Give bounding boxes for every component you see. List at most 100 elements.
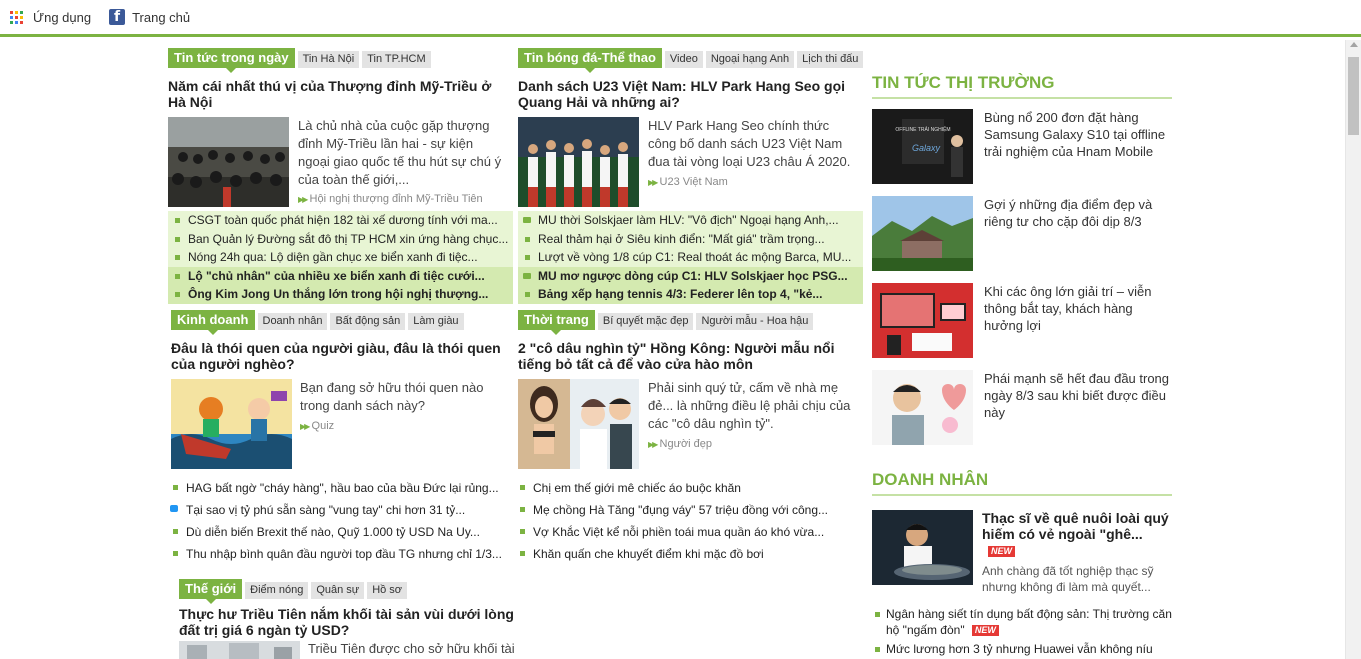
list-item[interactable]: Lượt về vòng 1/8 cúp C1: Real thoát ác m… (518, 248, 863, 267)
market-item[interactable]: Phái mạnh sẽ hết đau đầu trong ngày 8/3 … (872, 370, 1172, 452)
vertical-scrollbar[interactable] (1345, 40, 1361, 659)
business-thumbnail[interactable] (171, 379, 292, 469)
list-item[interactable]: Ngân hàng siết tín dụng bất động sản: Th… (872, 606, 1172, 638)
market-item-text: Bùng nổ 200 đơn đặt hàng Samsung Galaxy … (984, 110, 1166, 159)
scroll-thumb[interactable] (1348, 57, 1359, 135)
sport-headline[interactable]: Danh sách U23 Việt Nam: HLV Park Hang Se… (518, 78, 853, 110)
fashion-list: Chị em thế giới mê chiếc áo buộc khăn Mẹ… (513, 478, 858, 566)
market-thumbnail (872, 283, 973, 358)
news-headline[interactable]: Năm cái nhất thú vị của Thượng đỉnh Mỹ-T… (168, 78, 503, 110)
sport-thumbnail[interactable] (518, 117, 639, 207)
list-item[interactable]: Thu nhập bình quân đầu người top đầu TG … (166, 544, 511, 566)
tab-lam-giau[interactable]: Làm giàu (408, 313, 464, 330)
market-item-text: Phái mạnh sẽ hết đau đầu trong ngày 8/3 … (984, 371, 1170, 420)
list-item[interactable]: MU mơ ngược dòng cúp C1: HLV Solskjaer h… (518, 266, 863, 285)
tab-diem-nong[interactable]: Điểm nóng (245, 582, 309, 599)
list-item[interactable]: Nóng 24h qua: Lộ diện gần chục xe biển x… (168, 248, 513, 267)
facebook-icon: f (109, 9, 126, 25)
entrepreneur-section-title[interactable]: DOANH NHÂN (872, 470, 1172, 496)
entrepreneur-thumbnail[interactable] (872, 510, 973, 585)
news-section-header: Tin tức trong ngày Tin Hà Nội Tin TP.HCM (168, 48, 434, 73)
bookmark-home[interactable]: f Trang chủ (109, 9, 190, 25)
tab-bi-quyet-mac-dep[interactable]: Bí quyết mặc đẹp (597, 313, 694, 330)
news-thumbnail[interactable] (168, 117, 289, 207)
list-item[interactable]: CSGT toàn quốc phát hiện 182 tài xế dươn… (168, 211, 513, 230)
market-thumbnail: OFFLINE TRẢI NGHIỆM Galaxy (872, 109, 973, 184)
market-item-text: Gợi ý những địa điểm đẹp và riêng tư cho… (984, 197, 1153, 229)
tab-tp-hcm[interactable]: Tin TP.HCM (362, 51, 431, 68)
sport-section-title[interactable]: Tin bóng đá-Thể thao (518, 48, 662, 73)
list-item[interactable]: Real thảm hại ở Siêu kinh điển: "Mất giá… (518, 230, 863, 249)
business-tag[interactable]: Quiz (300, 420, 335, 432)
market-item[interactable]: Gợi ý những địa điểm đẹp và riêng tư cho… (872, 196, 1172, 278)
list-item[interactable]: HAG bất ngờ "cháy hàng", hầu bao của bầu… (166, 478, 511, 500)
market-item[interactable]: Khi các ông lớn giải trí – viễn thông bắ… (872, 283, 1172, 365)
market-thumb-text: OFFLINE TRẢI NGHIỆM (895, 125, 950, 133)
fashion-section-header: Thời trang Bí quyết mặc đẹp Người mẫu - … (518, 310, 816, 335)
world-headline[interactable]: Thực hư Triều Tiên nắm khối tài sản vùi … (179, 606, 514, 638)
tab-nguoi-mau-hoa-hau[interactable]: Người mẫu - Hoa hậu (696, 313, 814, 330)
news-summary: Là chủ nhà của cuộc gặp thượng đỉnh Mỹ-T… (298, 118, 502, 187)
sport-summary: HLV Park Hang Seo chính thức công bố dan… (648, 118, 851, 169)
list-item[interactable]: MU thời Solskjaer làm HLV: "Vô địch" Ngo… (518, 211, 863, 230)
world-thumbnail[interactable] (179, 641, 300, 659)
list-item[interactable]: Lộ "chủ nhân" của nhiều xe biển xanh đi … (168, 266, 513, 285)
tab-bat-dong-san[interactable]: Bất động sản (330, 313, 406, 330)
list-item[interactable]: Dù diễn biến Brexit thế nào, Quỹ 1.000 t… (166, 522, 511, 544)
fashion-summary: Phải sinh quý tử, cấm về nhà mẹ đẻ... là… (648, 380, 851, 431)
fashion-headline[interactable]: 2 "cô dâu nghìn tỷ" Hồng Kông: Người mẫu… (518, 340, 853, 372)
news-tag[interactable]: Hội nghị thượng đỉnh Mỹ-Triều Tiên (298, 193, 483, 205)
market-thumbnail (872, 370, 973, 445)
tab-ngoai-hang-anh[interactable]: Ngoại hạng Anh (705, 51, 795, 68)
entrepreneur-list: Ngân hàng siết tín dụng bất động sản: Th… (872, 606, 1172, 659)
new-badge: NEW (988, 545, 1015, 557)
list-item-text: Ngân hàng siết tín dụng bất động sản: Th… (886, 607, 1172, 637)
world-summary: Triều Tiên được cho sở hữu khối tài (308, 641, 515, 656)
entrepreneur-summary: Anh chàng đã tốt nghiệp thạc sỹ nhưng kh… (982, 564, 1154, 594)
bookmark-apps[interactable]: Ứng dụng (10, 10, 91, 25)
list-item[interactable]: Bảng xếp hạng tennis 4/3: Federer lên to… (518, 285, 863, 304)
bookmarks-bar: Ứng dụng f Trang chủ (0, 0, 1361, 37)
news-section-title[interactable]: Tin tức trong ngày (168, 48, 295, 73)
entrepreneur-headline[interactable]: Thạc sĩ về quê nuôi loài quý hiếm có vẻ … (982, 510, 1172, 558)
business-section-title[interactable]: Kinh doanh (171, 310, 255, 335)
list-item[interactable]: Mẹ chồng Hà Tăng "đụng váy" 57 triệu đồn… (513, 500, 858, 522)
business-summary: Bạn đang sở hữu thói quen nào trong danh… (300, 380, 484, 413)
world-section-header: Thế giới Điểm nóng Quân sự Hồ sơ (179, 579, 410, 604)
tab-doanh-nhan[interactable]: Doanh nhân (257, 313, 328, 330)
sport-list: MU thời Solskjaer làm HLV: "Vô địch" Ngo… (518, 211, 863, 304)
tab-ha-noi[interactable]: Tin Hà Nội (297, 51, 360, 68)
tab-quan-su[interactable]: Quân sự (311, 582, 365, 599)
market-thumbnail (872, 196, 973, 271)
fashion-section-title[interactable]: Thời trang (518, 310, 595, 335)
list-item[interactable]: Chị em thế giới mê chiếc áo buộc khăn (513, 478, 858, 500)
bookmark-apps-label: Ứng dụng (33, 9, 92, 25)
list-item[interactable]: Tại sao vị tỷ phú sẵn sàng "vung tay" ch… (166, 500, 511, 522)
list-item[interactable]: Khăn quấn che khuyết điểm khi mặc đồ bơi (513, 544, 858, 566)
fashion-thumbnail[interactable] (518, 379, 639, 469)
new-badge: NEW (971, 625, 999, 637)
entrepreneur-headline-text: Thạc sĩ về quê nuôi loài quý hiếm có vẻ … (982, 510, 1169, 542)
market-thumb-brand: Galaxy (912, 143, 941, 153)
list-item[interactable]: Vợ Khắc Việt kể nỗi phiền toái mua quần … (513, 522, 858, 544)
list-item[interactable]: Mức lương hơn 3 tỷ nhưng Huawei vẫn khôn… (872, 641, 1172, 657)
list-item[interactable]: Ông Kim Jong Un thắng lớn trong hội nghị… (168, 285, 513, 304)
bookmark-home-label: Trang chủ (132, 9, 191, 25)
news-list: CSGT toàn quốc phát hiện 182 tài xế dươn… (168, 211, 513, 304)
fashion-tag[interactable]: Người đẹp (648, 438, 713, 450)
market-item[interactable]: OFFLINE TRẢI NGHIỆM Galaxy Bùng nổ 200 đ… (872, 109, 1172, 191)
business-headline[interactable]: Đâu là thói quen của người giàu, đâu là … (171, 340, 506, 372)
business-list: HAG bất ngờ "cháy hàng", hầu bao của bầu… (166, 478, 511, 566)
tab-ho-so[interactable]: Hồ sơ (367, 582, 408, 599)
tab-lich-thi-dau[interactable]: Lịch thi đấu (797, 51, 864, 68)
list-item[interactable]: Ban Quản lý Đường sắt đô thị TP HCM xin … (168, 230, 513, 249)
scroll-up-arrow-icon[interactable] (1350, 42, 1358, 47)
sport-tag[interactable]: U23 Việt Nam (648, 176, 728, 188)
sport-section-header: Tin bóng đá-Thể thao Video Ngoại hạng An… (518, 48, 866, 73)
world-section-title[interactable]: Thế giới (179, 579, 243, 604)
market-item-text: Khi các ông lớn giải trí – viễn thông bắ… (984, 284, 1152, 333)
business-section-header: Kinh doanh Doanh nhân Bất động sản Làm g… (171, 310, 467, 335)
market-section-title[interactable]: TIN TỨC THỊ TRƯỜNG (872, 73, 1172, 99)
apps-grid-icon (10, 10, 23, 24)
tab-video[interactable]: Video (664, 51, 703, 68)
